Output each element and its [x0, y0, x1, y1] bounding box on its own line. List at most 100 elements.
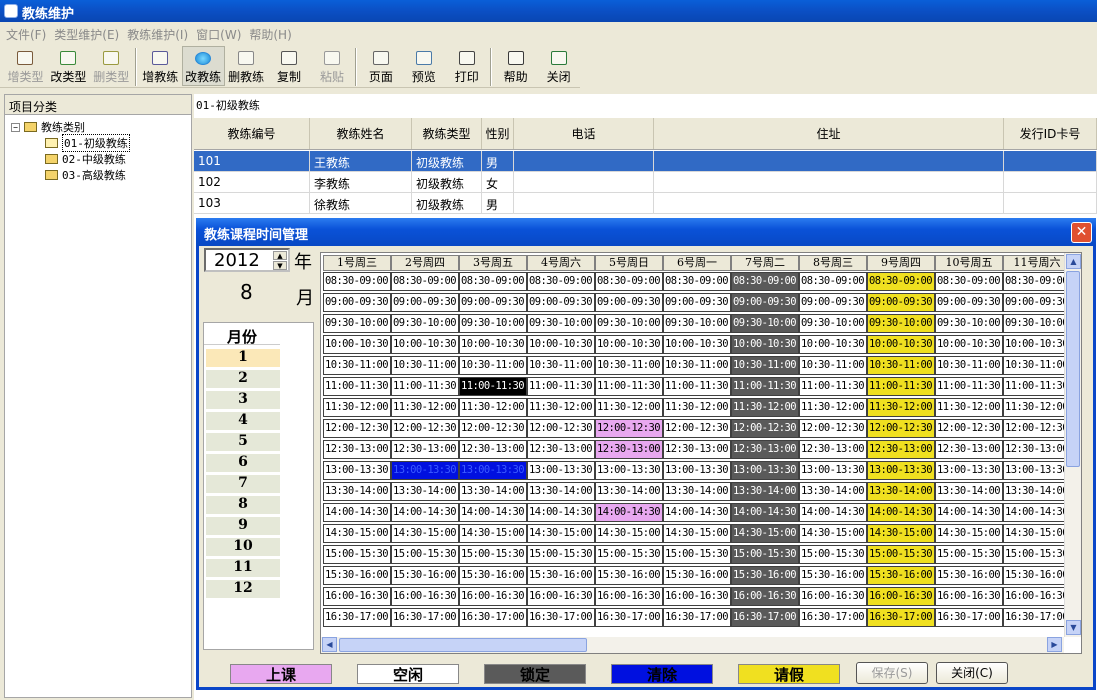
time-slot-cell[interactable]: 14:30-15:00	[595, 524, 663, 543]
time-slot-cell[interactable]: 11:00-11:30	[527, 377, 595, 396]
time-slot-cell[interactable]: 16:00-16:30	[391, 587, 459, 606]
time-slot-cell[interactable]: 15:00-15:30	[663, 545, 731, 564]
time-slot-cell[interactable]: 11:30-12:00	[391, 398, 459, 417]
time-slot-cell[interactable]: 14:00-14:30	[459, 503, 527, 522]
save-button[interactable]: 保存(S)	[856, 662, 928, 684]
time-slot-cell[interactable]: 15:30-16:00	[459, 566, 527, 585]
time-slot-cell[interactable]: 14:00-14:30	[867, 503, 935, 522]
time-slot-cell[interactable]: 10:30-11:00	[459, 356, 527, 375]
menu-item[interactable]: 窗口(W)	[194, 24, 247, 44]
month-item[interactable]: 2	[206, 370, 280, 389]
table-row[interactable]: 102 李教练 初级教练女	[194, 172, 1097, 193]
time-slot-cell[interactable]: 13:30-14:00	[1003, 482, 1071, 501]
time-slot-cell[interactable]: 11:00-11:30	[731, 377, 799, 396]
time-slot-cell[interactable]: 08:30-09:00	[799, 272, 867, 291]
time-slot-cell[interactable]: 16:00-16:30	[459, 587, 527, 606]
time-slot-cell[interactable]: 11:30-12:00	[867, 398, 935, 417]
month-item[interactable]: 6	[206, 454, 280, 473]
time-slot-cell[interactable]: 11:00-11:30	[935, 377, 1003, 396]
time-slot-cell[interactable]: 13:00-13:30	[527, 461, 595, 480]
time-slot-cell[interactable]: 14:00-14:30	[527, 503, 595, 522]
time-slot-cell[interactable]: 13:00-13:30	[459, 461, 527, 480]
time-slot-cell[interactable]: 16:30-17:00	[663, 608, 731, 627]
time-slot-cell[interactable]: 16:30-17:00	[391, 608, 459, 627]
toolbar-button-9[interactable]: 预览	[402, 46, 445, 86]
time-slot-cell[interactable]: 10:00-10:30	[527, 335, 595, 354]
tree-item[interactable]: 03-高级教练	[45, 167, 126, 183]
time-slot-cell[interactable]: 15:00-15:30	[867, 545, 935, 564]
time-slot-cell[interactable]: 11:30-12:00	[935, 398, 1003, 417]
dialog-close-button[interactable]: ✕	[1071, 222, 1092, 243]
time-slot-cell[interactable]: 13:00-13:30	[867, 461, 935, 480]
grid-column-header[interactable]: 电话	[514, 118, 654, 149]
time-slot-cell[interactable]: 15:00-15:30	[323, 545, 391, 564]
time-slot-cell[interactable]: 11:00-11:30	[459, 377, 527, 396]
time-slot-cell[interactable]: 11:00-11:30	[391, 377, 459, 396]
time-slot-cell[interactable]: 10:30-11:00	[595, 356, 663, 375]
time-slot-cell[interactable]: 12:00-12:30	[391, 419, 459, 438]
grid-column-header[interactable]: 教练编号	[194, 118, 310, 149]
time-slot-cell[interactable]: 16:00-16:30	[663, 587, 731, 606]
time-slot-cell[interactable]: 10:30-11:00	[731, 356, 799, 375]
time-slot-cell[interactable]: 16:00-16:30	[867, 587, 935, 606]
toolbar-button-7[interactable]: 粘贴	[311, 46, 354, 86]
time-slot-cell[interactable]: 12:00-12:30	[595, 419, 663, 438]
time-slot-cell[interactable]: 13:30-14:00	[323, 482, 391, 501]
time-slot-cell[interactable]: 15:30-16:00	[595, 566, 663, 585]
tree-root[interactable]: − 教练类别	[11, 119, 85, 135]
time-slot-cell[interactable]: 14:30-15:00	[527, 524, 595, 543]
time-slot-cell[interactable]: 11:00-11:30	[867, 377, 935, 396]
time-slot-cell[interactable]: 16:30-17:00	[799, 608, 867, 627]
time-slot-cell[interactable]: 15:30-16:00	[731, 566, 799, 585]
day-header[interactable]: 5号周日	[595, 255, 663, 271]
time-slot-cell[interactable]: 09:30-10:00	[663, 314, 731, 333]
schedule-vertical-scrollbar[interactable]: ▲ ▼	[1064, 253, 1081, 637]
time-slot-cell[interactable]: 15:30-16:00	[391, 566, 459, 585]
time-slot-cell[interactable]: 13:00-13:30	[799, 461, 867, 480]
time-slot-cell[interactable]: 10:30-11:00	[867, 356, 935, 375]
time-slot-cell[interactable]: 13:00-13:30	[391, 461, 459, 480]
time-slot-cell[interactable]: 13:00-13:30	[935, 461, 1003, 480]
time-slot-cell[interactable]: 10:30-11:00	[1003, 356, 1071, 375]
time-slot-cell[interactable]: 14:00-14:30	[935, 503, 1003, 522]
time-slot-cell[interactable]: 09:30-10:00	[799, 314, 867, 333]
time-slot-cell[interactable]: 12:30-13:00	[799, 440, 867, 459]
time-slot-cell[interactable]: 12:00-12:30	[459, 419, 527, 438]
time-slot-cell[interactable]: 09:00-09:30	[799, 293, 867, 312]
time-slot-cell[interactable]: 09:30-10:00	[935, 314, 1003, 333]
time-slot-cell[interactable]: 10:00-10:30	[935, 335, 1003, 354]
time-slot-cell[interactable]: 14:30-15:00	[935, 524, 1003, 543]
time-slot-cell[interactable]: 09:00-09:30	[527, 293, 595, 312]
time-slot-cell[interactable]: 08:30-09:00	[323, 272, 391, 291]
time-slot-cell[interactable]: 11:30-12:00	[799, 398, 867, 417]
menu-item[interactable]: 教练维护(I)	[125, 24, 194, 44]
time-slot-cell[interactable]: 14:00-14:30	[323, 503, 391, 522]
time-slot-cell[interactable]: 15:00-15:30	[391, 545, 459, 564]
time-slot-cell[interactable]: 13:00-13:30	[595, 461, 663, 480]
day-header[interactable]: 2号周四	[391, 255, 459, 271]
time-slot-cell[interactable]: 15:00-15:30	[527, 545, 595, 564]
time-slot-cell[interactable]: 15:00-15:30	[595, 545, 663, 564]
time-slot-cell[interactable]: 13:30-14:00	[459, 482, 527, 501]
toolbar-button-6[interactable]: 复制	[268, 46, 311, 86]
vertical-scroll-thumb[interactable]	[1066, 271, 1080, 467]
menu-item[interactable]: 帮助(H)	[247, 24, 297, 44]
time-slot-cell[interactable]: 15:00-15:30	[459, 545, 527, 564]
time-slot-cell[interactable]: 12:00-12:30	[799, 419, 867, 438]
time-slot-cell[interactable]: 13:30-14:00	[663, 482, 731, 501]
day-header[interactable]: 7号周二	[731, 255, 799, 271]
time-slot-cell[interactable]: 11:30-12:00	[527, 398, 595, 417]
time-slot-cell[interactable]: 11:30-12:00	[459, 398, 527, 417]
time-slot-cell[interactable]: 16:00-16:30	[323, 587, 391, 606]
time-slot-cell[interactable]: 11:30-12:00	[731, 398, 799, 417]
time-slot-cell[interactable]: 16:30-17:00	[595, 608, 663, 627]
toolbar-button-4[interactable]: 改教练	[181, 46, 225, 86]
time-slot-cell[interactable]: 08:30-09:00	[1003, 272, 1071, 291]
year-down-icon[interactable]: ▼	[273, 261, 287, 270]
time-slot-cell[interactable]: 09:00-09:30	[391, 293, 459, 312]
time-slot-cell[interactable]: 14:00-14:30	[731, 503, 799, 522]
time-slot-cell[interactable]: 15:30-16:00	[867, 566, 935, 585]
time-slot-cell[interactable]: 13:30-14:00	[867, 482, 935, 501]
time-slot-cell[interactable]: 12:30-13:00	[323, 440, 391, 459]
time-slot-cell[interactable]: 15:00-15:30	[731, 545, 799, 564]
